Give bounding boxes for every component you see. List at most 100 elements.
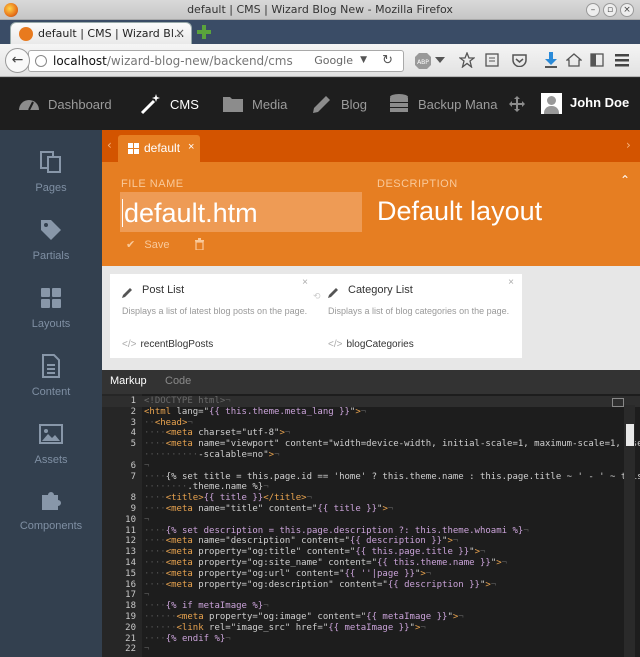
sidebar-item-assets[interactable]: Assets	[0, 422, 102, 484]
code-line[interactable]: 19 ······<meta property="og:image" conten…	[102, 612, 640, 623]
move-icon[interactable]	[509, 96, 525, 112]
code-line[interactable]: ········.theme.name %}¬	[102, 482, 640, 493]
trash-icon[interactable]	[194, 238, 205, 250]
component-card[interactable]: Category List × Displays a list of blog …	[316, 274, 522, 358]
sidebar-item-layouts[interactable]: Layouts	[0, 286, 102, 348]
tab-close-icon[interactable]: ×	[175, 26, 185, 40]
code-line[interactable]: 21 ····{% endif %}¬	[102, 634, 640, 645]
sidebar-item-pages[interactable]: Pages	[0, 150, 102, 212]
code-text: ····<meta property="og:description" cont…	[144, 579, 497, 590]
new-tab-plus-icon[interactable]	[197, 25, 211, 39]
code-line[interactable]: 6 ¬	[102, 461, 640, 472]
line-number: 7	[130, 471, 136, 482]
back-button[interactable]: ←	[5, 48, 30, 73]
nav-label: Media	[252, 96, 288, 112]
pencil-icon	[122, 288, 132, 298]
code-line[interactable]: 7 ····{% set title = this.page.id == 'hom…	[102, 472, 640, 483]
code-line[interactable]: 13 ····<meta property="og:title" content=…	[102, 547, 640, 558]
adblock-dropdown-icon[interactable]	[435, 57, 445, 65]
magic-wand-icon	[140, 94, 160, 115]
code-text: ··<head>¬	[144, 417, 193, 428]
code-text: ······<link rel="image_src" href="{{ met…	[144, 622, 426, 633]
pocket-icon[interactable]	[512, 53, 527, 67]
code-line[interactable]: 4 ····<meta charset="utf-8">¬	[102, 428, 640, 439]
code-line[interactable]: 17 ¬	[102, 590, 640, 601]
sidebar-item-components[interactable]: Components	[0, 488, 102, 550]
code-line[interactable]: 14 ····<meta property="og:site_name" cont…	[102, 558, 640, 569]
scroll-left-icon[interactable]: ‹	[107, 138, 112, 152]
code-line[interactable]: 22 ¬	[102, 644, 640, 655]
firefox-window: default | CMS | Wizard Blog New - Mozill…	[0, 0, 640, 657]
code-editor[interactable]: 1 <!DOCTYPE html>¬ 2 <html lang="{{ this.th…	[102, 394, 640, 657]
url-bar[interactable]: localhost/wizard-blog-new/backend/cms Go…	[28, 50, 404, 72]
sidebar-toggle-icon[interactable]	[590, 53, 604, 67]
star-icon[interactable]	[459, 52, 475, 68]
tab-markup[interactable]: Markup	[110, 375, 147, 387]
maximize-button[interactable]: ▫	[603, 3, 617, 17]
app-header: Dashboard CMS Media Blog Backup Mana Joh…	[0, 78, 640, 130]
nav-item-cms[interactable]: CMS	[140, 78, 199, 130]
line-number: 10	[125, 514, 136, 525]
avatar[interactable]	[541, 93, 562, 114]
code-text: ········.theme.name %}¬	[144, 482, 269, 493]
editor-scrollbar-thumb[interactable]	[626, 424, 634, 446]
drag-handle-icon[interactable]: ⟲	[313, 292, 321, 302]
code-line[interactable]: 10 ¬	[102, 515, 640, 526]
file-name-input[interactable]: default.htm	[120, 192, 362, 232]
user-name[interactable]: John Doe	[570, 95, 629, 110]
description-input[interactable]: Default layout	[377, 196, 542, 227]
close-window-button[interactable]: ×	[620, 3, 634, 17]
home-icon[interactable]	[566, 53, 582, 67]
code-line[interactable]: 1 <!DOCTYPE html>¬	[102, 396, 640, 407]
database-icon	[390, 94, 408, 112]
url-text[interactable]: localhost/wizard-blog-new/backend/cms	[53, 54, 293, 68]
code-line[interactable]: 2 <html lang="{{ this.theme.meta_lang }}"…	[102, 407, 640, 418]
file-name-value: default.htm	[124, 198, 258, 228]
code-line[interactable]: ··········-scalable=no">¬	[102, 450, 640, 461]
code-line[interactable]: 20 ······<link rel="image_src" href="{{ m…	[102, 623, 640, 634]
code-line[interactable]: 8 ····<title>{{ title }}</title>¬	[102, 493, 640, 504]
component-alias-value: blogCategories	[346, 339, 414, 350]
tab-close-icon[interactable]: ×	[188, 141, 194, 153]
browser-tab[interactable]: default | CMS | Wizard Bl... ×	[10, 22, 192, 44]
code-line[interactable]: 12 ····<meta name="description" content="…	[102, 536, 640, 547]
sidebar-item-partials[interactable]: Partials	[0, 218, 102, 280]
nav-item-dashboard[interactable]: Dashboard	[18, 78, 112, 130]
line-number: 19	[125, 612, 136, 622]
download-icon[interactable]	[543, 51, 559, 69]
search-engine-label[interactable]: Google	[314, 54, 353, 67]
code-line[interactable]: 15 ····<meta property="og:url" content="{…	[102, 569, 640, 580]
editor-tab-strip: ‹ default × ›	[102, 130, 640, 162]
scroll-right-icon[interactable]: ›	[626, 138, 631, 152]
tab-code[interactable]: Code	[165, 375, 191, 387]
line-number: 3	[130, 417, 136, 428]
collapse-icon[interactable]: ⌃	[620, 173, 630, 187]
menu-icon[interactable]	[614, 53, 630, 67]
code-line[interactable]: 3 ··<head>¬	[102, 418, 640, 429]
nav-item-blog[interactable]: Blog	[311, 78, 367, 130]
save-button[interactable]: ✔ Save	[126, 238, 169, 251]
window-titlebar: default | CMS | Wizard Blog New - Mozill…	[0, 0, 640, 20]
reload-icon[interactable]: ↻	[382, 53, 393, 68]
code-line[interactable]: 5 ····<meta name="viewport" content="widt…	[102, 439, 640, 450]
nav-item-backup-manager[interactable]: Backup Mana	[388, 78, 498, 130]
layout-grid-icon	[128, 143, 139, 154]
nav-label: Backup Mana	[418, 96, 498, 112]
code-line[interactable]: 11 ····{% set description = this.page.des…	[102, 526, 640, 537]
adblock-icon[interactable]: ABP	[414, 52, 432, 70]
code-line[interactable]: 16 ····<meta property="og:description" co…	[102, 580, 640, 591]
editor-tab-default[interactable]: default ×	[118, 135, 200, 162]
fullscreen-icon[interactable]	[612, 398, 624, 407]
reading-list-icon[interactable]	[485, 53, 499, 67]
sidebar-item-content[interactable]: Content	[0, 354, 102, 416]
component-remove-icon[interactable]: ×	[508, 277, 514, 288]
code-line[interactable]: 18 ····{% if metaImage %}¬	[102, 601, 640, 612]
url-dropdown-icon[interactable]: ▼	[360, 55, 367, 65]
code-text: ····<title>{{ title }}</title>¬	[144, 493, 313, 504]
component-remove-icon[interactable]: ×	[302, 277, 308, 288]
line-number: 2	[130, 406, 136, 417]
code-line[interactable]: 9 ····<meta name="title" content="{{ titl…	[102, 504, 640, 515]
minimize-button[interactable]: –	[586, 3, 600, 17]
nav-item-media[interactable]: Media	[222, 78, 287, 130]
component-card[interactable]: Post List × Displays a list of latest bl…	[110, 274, 316, 358]
